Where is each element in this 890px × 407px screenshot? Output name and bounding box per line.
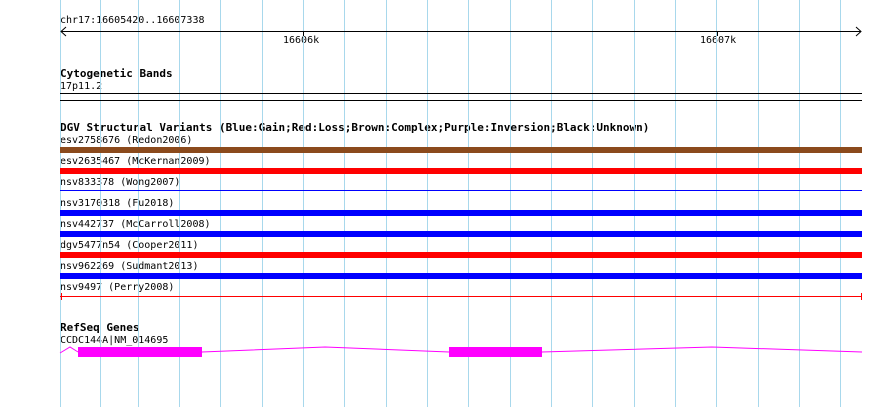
variant-bar-gain[interactable]: [60, 210, 862, 216]
gene-intron: [201, 346, 450, 353]
gene-model[interactable]: [59, 346, 863, 357]
grid-lines: [60, 0, 841, 407]
gene-intron: [59, 346, 79, 354]
variant-bar-loss[interactable]: [60, 293, 862, 300]
variant-bar-gain[interactable]: [60, 273, 862, 279]
variant-bar-complex[interactable]: [60, 147, 862, 153]
variant-features: [60, 147, 862, 300]
ruler: [60, 26, 862, 37]
track-graphics: [59, 0, 863, 407]
cytoband-bar: [60, 93, 862, 101]
gene-intron: [541, 346, 863, 353]
variant-bar-gain[interactable]: [60, 231, 862, 237]
gene-exon[interactable]: [78, 347, 202, 357]
genome-track-view: chr17:16605420..16607338 16606k 16607k C…: [0, 0, 890, 407]
gene-exon[interactable]: [449, 347, 542, 357]
variant-bar-loss[interactable]: [60, 168, 862, 174]
variant-bar-loss[interactable]: [60, 252, 862, 258]
